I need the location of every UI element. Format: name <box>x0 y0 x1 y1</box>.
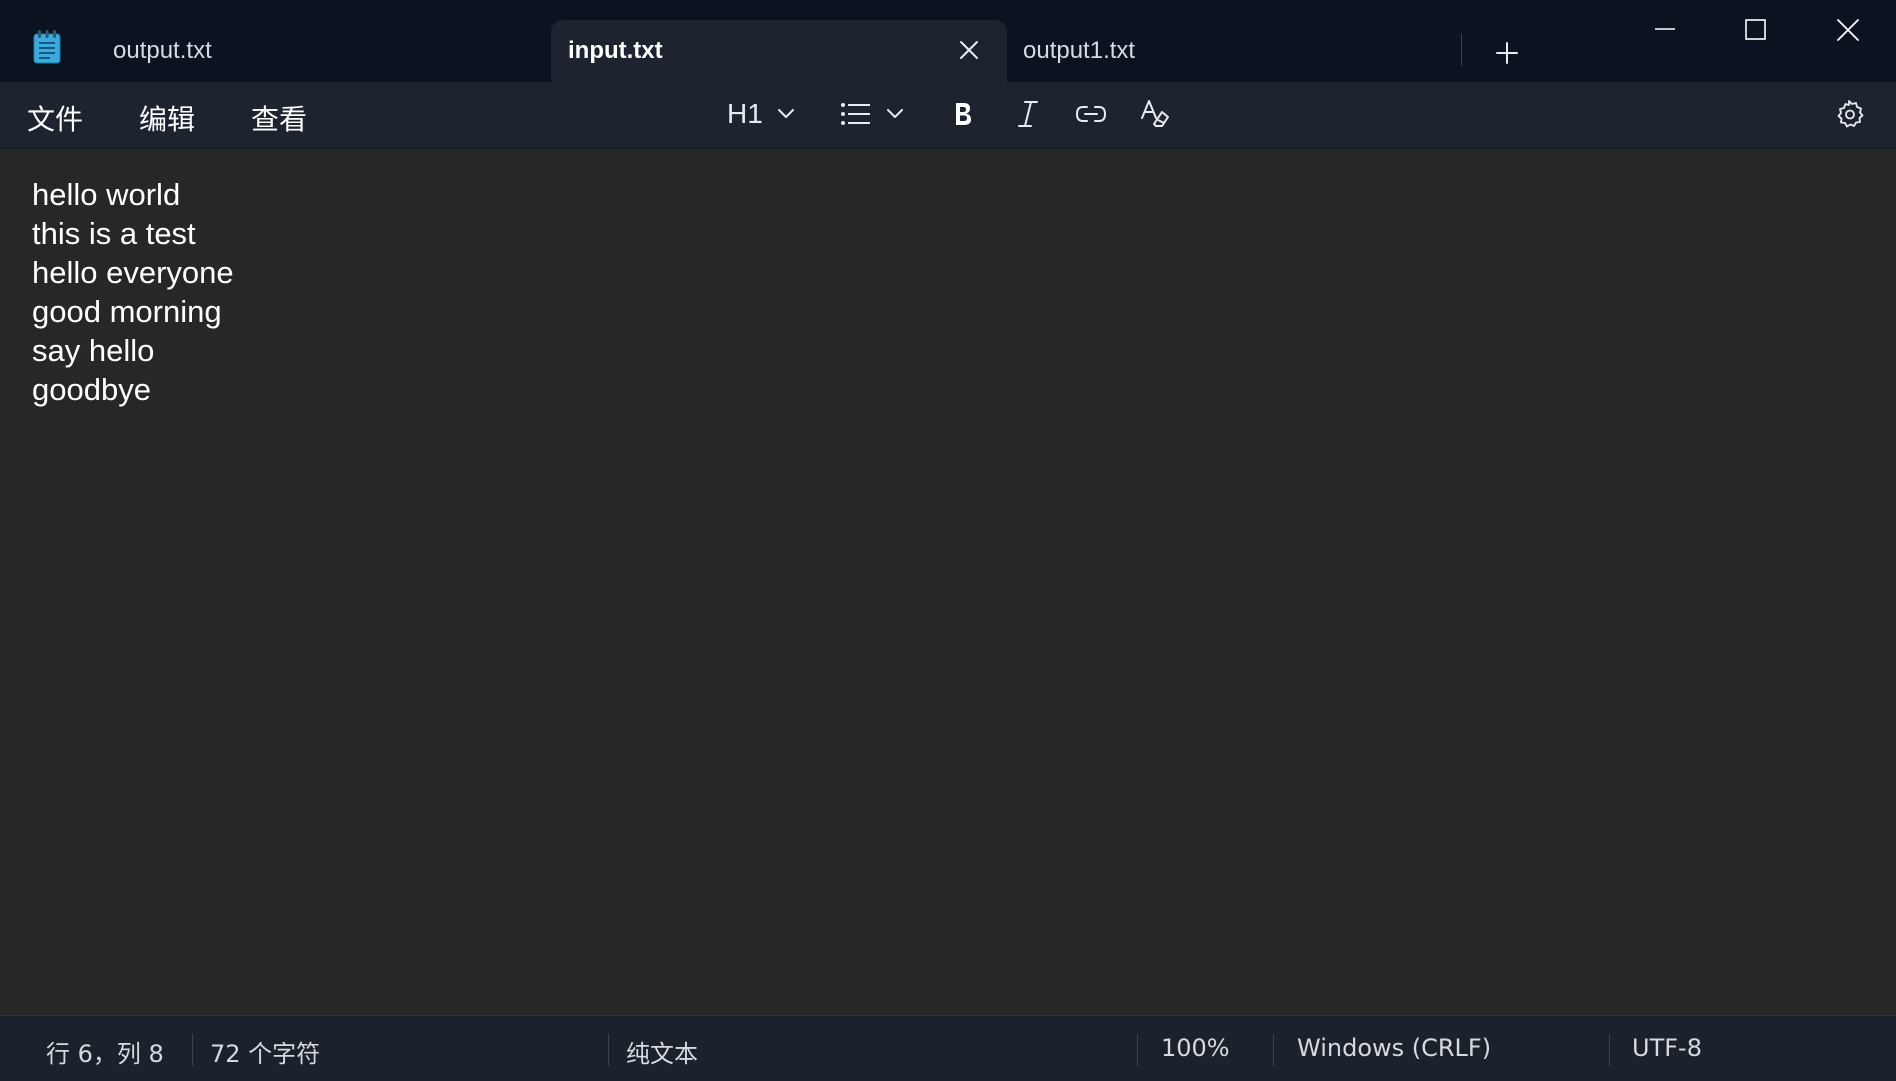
new-tab-plus-icon[interactable] <box>1490 36 1524 70</box>
bold-button[interactable] <box>952 96 974 132</box>
menu-file[interactable]: 文件 <box>27 98 83 138</box>
italic-button[interactable] <box>1015 96 1041 132</box>
tab-output-txt[interactable]: output.txt <box>86 20 551 82</box>
bold-icon <box>952 100 974 128</box>
editor-line: goodbye <box>32 372 151 407</box>
settings-button[interactable] <box>1834 96 1864 132</box>
maximize-icon[interactable] <box>1736 16 1776 56</box>
italic-icon <box>1015 99 1041 129</box>
status-bar: 行 6，列 8 72 个字符 纯文本 100% Windows (CRLF) U… <box>0 1015 1896 1081</box>
tab-label: output.txt <box>113 37 212 64</box>
editor-line: this is a test <box>32 216 196 251</box>
status-divider <box>1137 1034 1138 1066</box>
zoom-level[interactable]: 100% <box>1161 1034 1230 1062</box>
tab-input-txt[interactable]: input.txt <box>551 20 1007 82</box>
status-divider <box>1609 1034 1610 1066</box>
editor-line: say hello <box>32 333 155 368</box>
list-dropdown[interactable] <box>840 96 904 132</box>
close-tab-icon[interactable] <box>959 40 979 60</box>
notepad-app-icon <box>32 30 62 64</box>
list-icon <box>840 101 872 127</box>
editor-line: hello everyone <box>32 255 234 290</box>
text-format[interactable]: 纯文本 <box>626 1034 698 1069</box>
status-divider <box>1273 1034 1274 1066</box>
character-count: 72 个字符 <box>210 1040 321 1068</box>
title-bar: output.txt input.txt output1.txt <box>0 0 1896 82</box>
cursor-position: 行 6，列 8 <box>46 1040 164 1068</box>
chevron-down-icon <box>777 108 795 120</box>
heading-dropdown[interactable]: H1 <box>727 96 795 132</box>
editor-line: good morning <box>32 294 222 329</box>
text-editor[interactable]: hello world this is a test hello everyon… <box>0 149 1896 1015</box>
link-icon <box>1075 103 1107 125</box>
link-button[interactable] <box>1075 96 1107 132</box>
minimize-icon[interactable] <box>1645 16 1685 56</box>
close-window-icon[interactable] <box>1828 16 1868 56</box>
menu-view[interactable]: 查看 <box>251 98 307 138</box>
status-divider <box>192 1034 193 1066</box>
editor-line: hello world <box>32 177 181 212</box>
heading-label: H1 <box>727 98 763 129</box>
menu-edit[interactable]: 编辑 <box>139 98 195 138</box>
tab-output1-txt[interactable]: output1.txt <box>1007 20 1462 82</box>
encoding[interactable]: UTF-8 <box>1632 1034 1702 1062</box>
tab-divider <box>1461 34 1462 66</box>
tab-label: input.txt <box>568 37 663 64</box>
tab-label: output1.txt <box>1023 37 1136 64</box>
gear-icon <box>1834 99 1864 129</box>
clear-formatting-button[interactable] <box>1140 96 1172 132</box>
line-ending[interactable]: Windows (CRLF) <box>1297 1034 1491 1062</box>
status-divider <box>608 1034 609 1066</box>
clear-formatting-icon <box>1140 98 1172 130</box>
chevron-down-icon <box>886 108 904 120</box>
